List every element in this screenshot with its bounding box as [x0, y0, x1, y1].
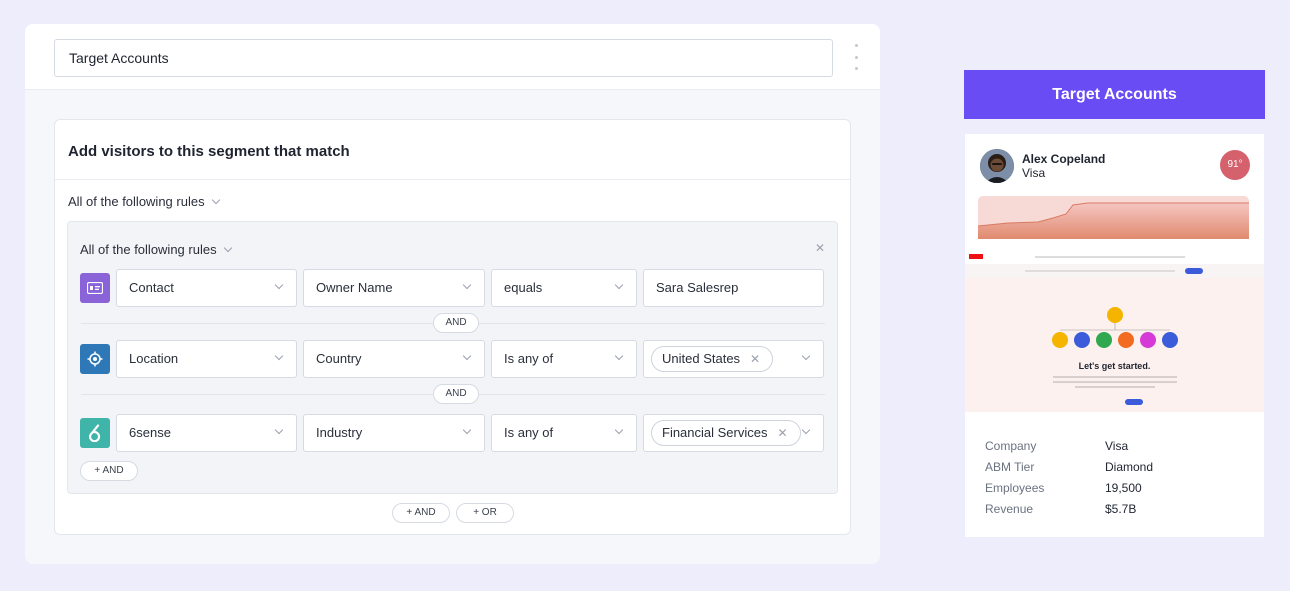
chevron-down-icon: [462, 351, 472, 361]
chevron-down-icon: [462, 425, 472, 435]
rules-title: Add visitors to this segment that match: [68, 143, 350, 160]
operator-value: equals: [504, 280, 543, 295]
value-input[interactable]: Sara Salesrep: [643, 269, 824, 307]
rule-group: All of the following rules ✕ Contact Own…: [67, 221, 838, 494]
and-separator: AND: [433, 384, 479, 404]
field-value: Industry: [316, 425, 363, 440]
chevron-down-icon: [614, 425, 624, 435]
rules-card: Add visitors to this segment that match …: [54, 119, 851, 535]
remove-chip-icon[interactable]: ✕: [778, 421, 788, 445]
list-item: Employees 19,500: [985, 481, 1245, 502]
source-value: 6sense: [129, 425, 171, 440]
operator-select[interactable]: Is any of: [491, 340, 637, 378]
chip-label: United States: [662, 351, 741, 366]
segment-editor: Target Accounts Add visitors to this seg…: [25, 24, 880, 564]
group-add-and-button[interactable]: + AND: [80, 461, 138, 481]
value-text: Sara Salesrep: [656, 280, 739, 295]
field-select[interactable]: Country: [303, 340, 485, 378]
and-separator: AND: [433, 313, 479, 333]
chevron-down-icon: [223, 243, 232, 253]
source-select[interactable]: Contact: [116, 269, 297, 307]
segment-name-input[interactable]: Target Accounts: [54, 39, 833, 77]
site-nav-bar: [965, 250, 1264, 264]
detail-value: $5.7B: [1105, 502, 1137, 516]
editor-header: Target Accounts: [25, 24, 880, 90]
avatar: [980, 149, 1014, 183]
operator-value: Is any of: [504, 351, 554, 366]
visitor-preview-card: Alex Copeland Visa 91° Let's get started…: [965, 134, 1264, 537]
divider: [55, 179, 850, 180]
firmographics-list: Company Visa ABM Tier Diamond Employees 19,…: [985, 439, 1245, 523]
remove-chip-icon[interactable]: ✕: [750, 347, 760, 371]
detail-value: 19,500: [1105, 481, 1142, 495]
field-select[interactable]: Industry: [303, 414, 485, 452]
rule-row: Contact Owner Name equals Sara Salesrep: [80, 269, 824, 307]
more-options-icon[interactable]: [850, 44, 862, 70]
team-illustration: [1052, 307, 1178, 348]
group-match-dropdown[interactable]: All of the following rules: [80, 242, 232, 257]
chevron-down-icon: [462, 280, 472, 290]
close-icon[interactable]: ✕: [815, 241, 825, 255]
detail-value: Diamond: [1105, 460, 1154, 474]
detail-value: Visa: [1105, 439, 1129, 453]
group-match-label: All of the following rules: [80, 242, 217, 257]
value-multiselect[interactable]: Financial Services ✕: [643, 414, 824, 452]
outer-match-label: All of the following rules: [68, 194, 205, 209]
list-item: ABM Tier Diamond: [985, 460, 1245, 481]
field-value: Owner Name: [316, 280, 393, 295]
site-text-line: [1075, 386, 1155, 388]
source-value: Contact: [129, 280, 174, 295]
chevron-down-icon: [274, 425, 284, 435]
detail-label: Company: [985, 439, 1037, 453]
rule-row: 6sense Industry Is any of Financial Serv…: [80, 414, 824, 452]
website-screenshot: Let's get started.: [965, 250, 1264, 412]
operator-select[interactable]: Is any of: [491, 414, 637, 452]
visitor-company: Visa: [1022, 166, 1046, 180]
operator-select[interactable]: equals: [491, 269, 637, 307]
chevron-down-icon: [614, 280, 624, 290]
chevron-down-icon: [614, 351, 624, 361]
site-cta: [1125, 399, 1143, 405]
chevron-down-icon: [801, 351, 811, 361]
contact-card-icon: [80, 273, 110, 303]
source-select[interactable]: Location: [116, 340, 297, 378]
rule-row: Location Country Is any of United States…: [80, 340, 824, 378]
chevron-down-icon: [274, 280, 284, 290]
field-select[interactable]: Owner Name: [303, 269, 485, 307]
value-multiselect[interactable]: United States ✕: [643, 340, 824, 378]
chip-label: Financial Services: [662, 425, 768, 440]
source-select[interactable]: 6sense: [116, 414, 297, 452]
source-value: Location: [129, 351, 179, 366]
detail-label: ABM Tier: [985, 460, 1035, 474]
value-chip: Financial Services ✕: [651, 420, 801, 446]
chevron-down-icon: [274, 351, 284, 361]
chevron-down-icon: [801, 425, 811, 435]
outer-match-dropdown[interactable]: All of the following rules: [68, 194, 220, 209]
add-or-button[interactable]: + OR: [456, 503, 514, 523]
location-target-icon: [80, 344, 110, 374]
detail-label: Employees: [985, 481, 1045, 495]
6sense-logo-icon: [80, 418, 110, 448]
site-sub-nav: [965, 264, 1264, 278]
add-and-button[interactable]: + AND: [392, 503, 450, 523]
visitor-name: Alex Copeland: [1022, 152, 1106, 166]
site-text-line: [1053, 376, 1177, 378]
site-text-line: [1053, 381, 1177, 383]
engagement-trend-chart: [978, 196, 1249, 239]
list-item: Revenue $5.7B: [985, 502, 1245, 523]
field-value: Country: [316, 351, 362, 366]
chevron-down-icon: [211, 195, 220, 205]
engagement-score-badge: 91°: [1220, 150, 1250, 180]
value-chip: United States ✕: [651, 346, 774, 372]
detail-label: Revenue: [985, 502, 1034, 516]
site-heading: Let's get started.: [1078, 361, 1151, 371]
list-item: Company Visa: [985, 439, 1245, 460]
operator-value: Is any of: [504, 425, 554, 440]
segment-preview-button[interactable]: Target Accounts: [964, 70, 1265, 119]
